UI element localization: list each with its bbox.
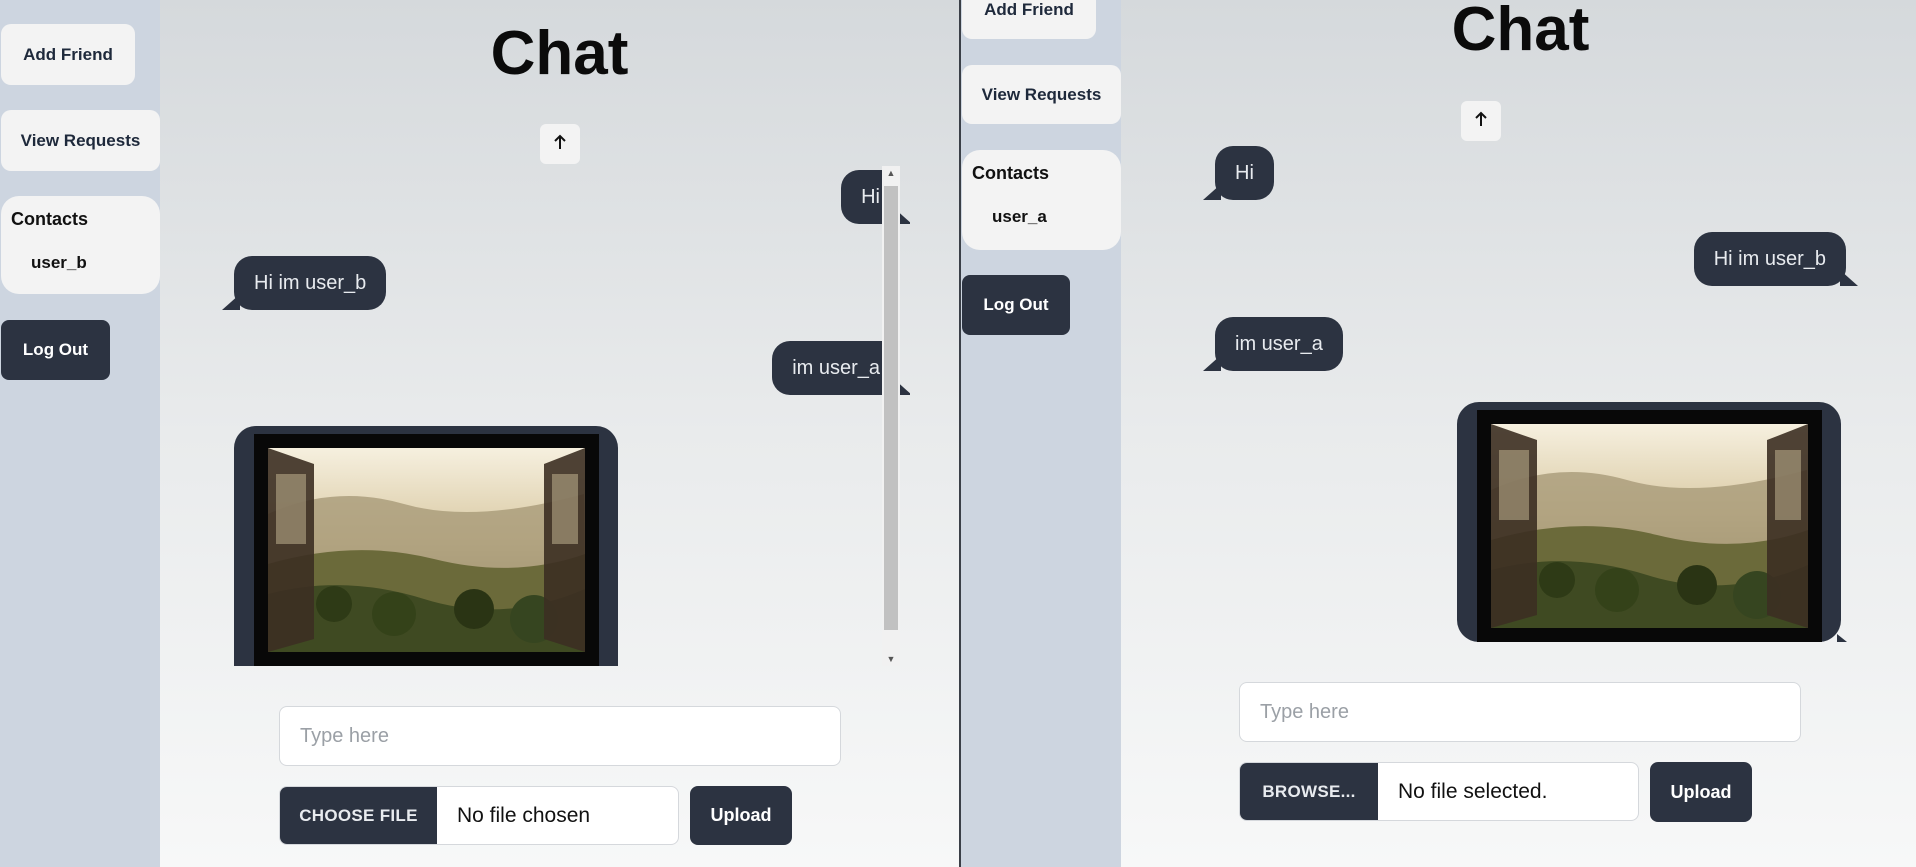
image-message[interactable]: [234, 426, 618, 666]
file-status: No file selected.: [1398, 779, 1548, 803]
message-bubble: im user_a: [772, 341, 910, 395]
add-friend-button[interactable]: Add Friend: [1, 24, 135, 85]
sidebar: Add Friend View Requests Contacts user_a…: [961, 0, 1121, 867]
message-text: im user_a: [792, 356, 880, 379]
choose-file-button[interactable]: CHOOSE FILE: [280, 787, 437, 844]
message-text: Hi im user_b: [1713, 247, 1826, 270]
file-picker[interactable]: CHOOSE FILE No file chosen: [279, 786, 679, 845]
chat-window-user-a: Add Friend View Requests Contacts user_b…: [0, 0, 959, 867]
message-text: Hi im user_b: [254, 271, 367, 294]
chat-window-user-b: Add Friend View Requests Contacts user_a…: [961, 0, 1916, 867]
upload-button[interactable]: Upload: [1650, 762, 1752, 822]
landscape-photo: [254, 434, 599, 666]
arrow-up-icon: [553, 134, 567, 155]
chat-main: Chat Hi Hi im user_b im user_a: [1121, 0, 1916, 867]
message-list: Hi Hi im user_b im user_a: [1181, 140, 1881, 642]
log-out-button[interactable]: Log Out: [962, 275, 1070, 335]
scrollbar-thumb[interactable]: [884, 186, 898, 630]
message-bubble: Hi im user_b: [221, 256, 387, 310]
browse-button[interactable]: BROWSE...: [1240, 763, 1378, 820]
message-bubble: Hi: [1203, 146, 1274, 200]
contacts-title: Contacts: [11, 209, 89, 229]
contact-item[interactable]: user_b: [31, 253, 87, 273]
add-friend-button[interactable]: Add Friend: [962, 0, 1096, 39]
sidebar: Add Friend View Requests Contacts user_b…: [0, 0, 160, 867]
scroll-up-arrow-icon[interactable]: ▲: [882, 166, 900, 180]
log-out-button[interactable]: Log Out: [1, 320, 110, 380]
landscape-photo: [1477, 410, 1822, 642]
message-bubble: im user_a: [1203, 317, 1343, 371]
scroll-up-button[interactable]: [540, 124, 580, 164]
message-bubble: Hi im user_b: [1693, 232, 1859, 286]
page-title: Chat: [490, 19, 629, 88]
message-text: im user_a: [1235, 332, 1323, 355]
contacts-title: Contacts: [972, 163, 1050, 183]
scroll-up-button[interactable]: [1461, 101, 1501, 141]
page-title: Chat: [1451, 0, 1590, 64]
view-requests-button[interactable]: View Requests: [962, 65, 1121, 124]
message-text: Hi: [1235, 161, 1254, 184]
scroll-down-arrow-icon[interactable]: ▼: [882, 652, 900, 666]
message-list: Hi Hi im user_b im user_a: [220, 166, 910, 666]
chat-main: Chat Hi Hi im user_b im user_a: [160, 0, 959, 867]
arrow-up-icon: [1474, 111, 1488, 132]
message-scrollbar[interactable]: ▲ ▼: [882, 166, 900, 666]
message-input[interactable]: [279, 706, 841, 766]
contacts-panel: Contacts user_b: [1, 196, 160, 294]
message-input[interactable]: [1239, 682, 1801, 742]
upload-button[interactable]: Upload: [690, 786, 792, 845]
view-requests-button[interactable]: View Requests: [1, 110, 160, 171]
contacts-panel: Contacts user_a: [962, 150, 1121, 250]
file-picker[interactable]: BROWSE... No file selected.: [1239, 762, 1639, 821]
message-text: Hi: [861, 185, 880, 208]
contact-item[interactable]: user_a: [992, 207, 1047, 227]
file-status: No file chosen: [457, 803, 591, 827]
image-message[interactable]: [1457, 402, 1847, 642]
